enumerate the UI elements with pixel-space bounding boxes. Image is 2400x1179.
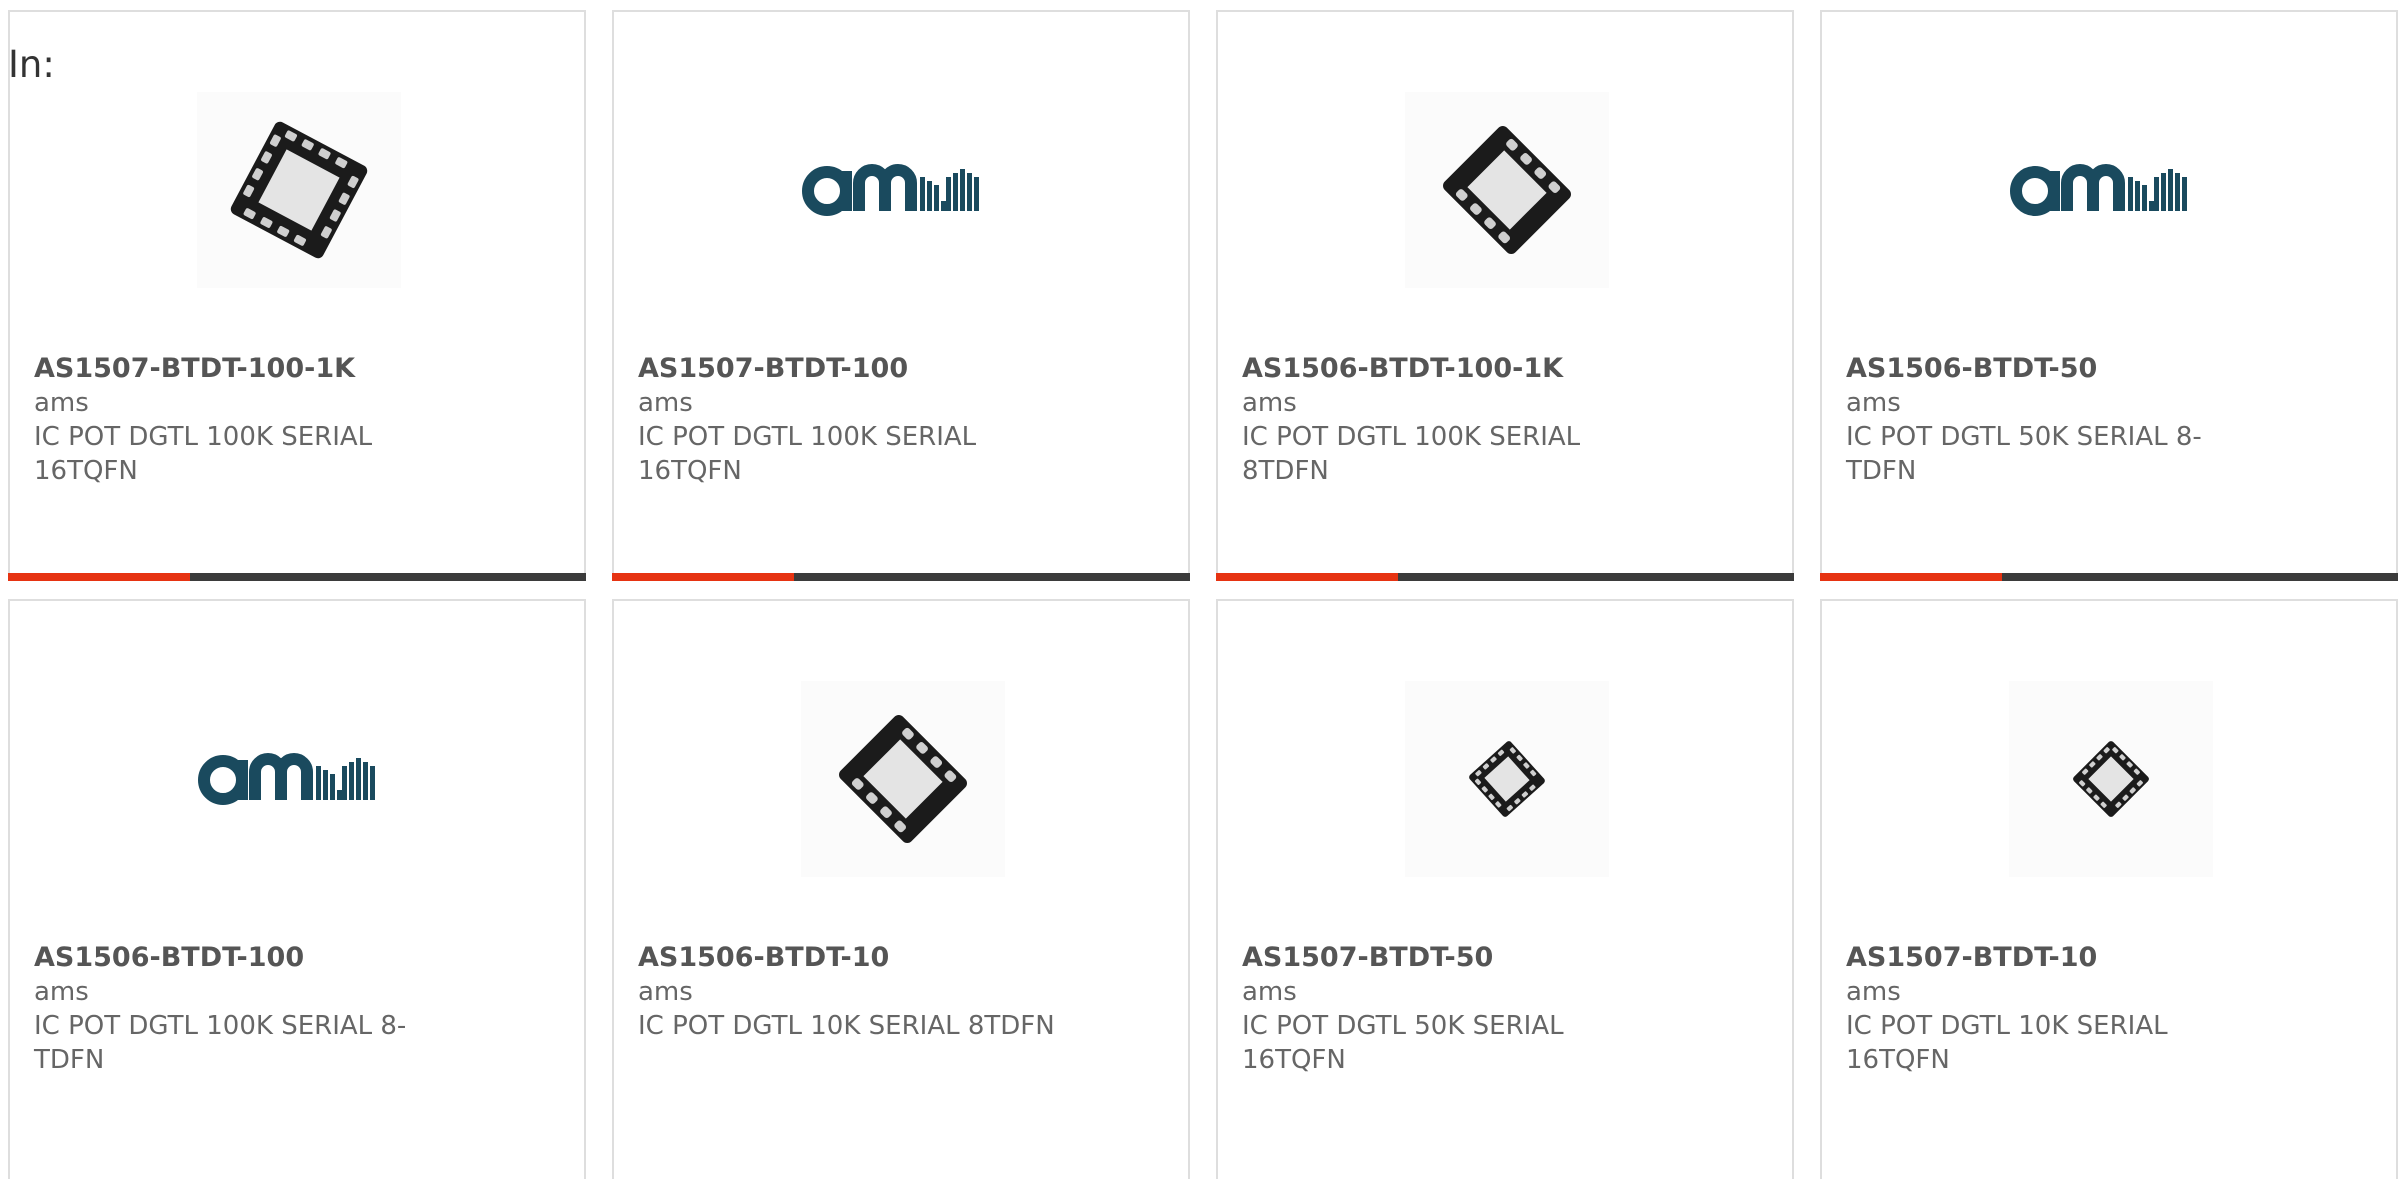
product-info: AS1507-BTDT-10 ams IC POT DGTL 10K SERIA… bbox=[1846, 941, 2266, 1077]
filter-label: In: bbox=[8, 43, 55, 86]
progress-fill bbox=[1820, 573, 2003, 581]
ams-logo bbox=[2010, 164, 2187, 216]
dfn8-chip-icon bbox=[839, 715, 967, 843]
description: IC POT DGTL 50K SERIAL 16TQFN bbox=[1242, 1011, 1564, 1075]
product-info: AS1507-BTDT-100-1K ams IC POT DGTL 100K … bbox=[34, 352, 454, 488]
product-image[interactable] bbox=[1405, 681, 1609, 877]
part-number[interactable]: AS1507-BTDT-10 bbox=[1846, 941, 2266, 975]
progress-fill bbox=[612, 573, 795, 581]
product-grid: AS1507-BTDT-100-1K ams IC POT DGTL 100K … bbox=[8, 10, 2400, 1179]
manufacturer: ams bbox=[34, 388, 89, 418]
product-image[interactable] bbox=[197, 681, 401, 877]
part-number[interactable]: AS1506-BTDT-10 bbox=[638, 941, 1058, 975]
product-info: AS1506-BTDT-100 ams IC POT DGTL 100K SER… bbox=[34, 941, 454, 1077]
progress-fill bbox=[1216, 573, 1399, 581]
part-number[interactable]: AS1506-BTDT-50 bbox=[1846, 352, 2266, 386]
product-image[interactable] bbox=[2009, 681, 2213, 877]
description: IC POT DGTL 100K SERIAL 8-TDFN bbox=[34, 1011, 407, 1075]
product-card[interactable]: AS1506-BTDT-10 ams IC POT DGTL 10K SERIA… bbox=[612, 599, 1190, 1179]
progress-bar bbox=[1820, 573, 2398, 581]
part-number[interactable]: AS1506-BTDT-100 bbox=[34, 941, 454, 975]
dfn8-chip-icon bbox=[1443, 126, 1571, 254]
product-info: AS1506-BTDT-50 ams IC POT DGTL 50K SERIA… bbox=[1846, 352, 2266, 488]
part-number[interactable]: AS1507-BTDT-50 bbox=[1242, 941, 1662, 975]
progress-bar bbox=[612, 573, 1190, 581]
product-card[interactable]: AS1506-BTDT-100 ams IC POT DGTL 100K SER… bbox=[8, 599, 586, 1179]
part-number[interactable]: AS1506-BTDT-100-1K bbox=[1242, 352, 1662, 386]
product-info: AS1507-BTDT-50 ams IC POT DGTL 50K SERIA… bbox=[1242, 941, 1662, 1077]
part-number[interactable]: AS1507-BTDT-100 bbox=[638, 352, 1058, 386]
ams-logo bbox=[802, 164, 979, 216]
manufacturer: ams bbox=[638, 388, 693, 418]
product-image[interactable] bbox=[801, 92, 1005, 288]
manufacturer: ams bbox=[1846, 388, 1901, 418]
description: IC POT DGTL 10K SERIAL 8TDFN bbox=[638, 1011, 1055, 1041]
product-image[interactable] bbox=[1405, 92, 1609, 288]
description: IC POT DGTL 100K SERIAL 16TQFN bbox=[638, 422, 977, 486]
progress-bar bbox=[1216, 573, 1794, 581]
qfn16-chip-icon bbox=[230, 121, 368, 259]
manufacturer: ams bbox=[34, 977, 89, 1007]
product-image[interactable] bbox=[197, 92, 401, 288]
part-number[interactable]: AS1507-BTDT-100-1K bbox=[34, 352, 454, 386]
product-card[interactable]: AS1507-BTDT-100-1K ams IC POT DGTL 100K … bbox=[8, 10, 586, 581]
manufacturer: ams bbox=[1242, 977, 1297, 1007]
manufacturer: ams bbox=[1242, 388, 1297, 418]
description: IC POT DGTL 50K SERIAL 8-TDFN bbox=[1846, 422, 2202, 486]
product-image[interactable] bbox=[2009, 92, 2213, 288]
product-info: AS1506-BTDT-100-1K ams IC POT DGTL 100K … bbox=[1242, 352, 1662, 488]
qfn16-small-chip-icon bbox=[1469, 741, 1545, 817]
product-image[interactable] bbox=[801, 681, 1005, 877]
product-card[interactable]: AS1506-BTDT-50 ams IC POT DGTL 50K SERIA… bbox=[1820, 10, 2398, 581]
description: IC POT DGTL 100K SERIAL 8TDFN bbox=[1242, 422, 1581, 486]
product-card[interactable]: AS1506-BTDT-100-1K ams IC POT DGTL 100K … bbox=[1216, 10, 1794, 581]
progress-bar bbox=[8, 573, 586, 581]
product-info: AS1506-BTDT-10 ams IC POT DGTL 10K SERIA… bbox=[638, 941, 1058, 1043]
description: IC POT DGTL 100K SERIAL 16TQFN bbox=[34, 422, 373, 486]
product-info: AS1507-BTDT-100 ams IC POT DGTL 100K SER… bbox=[638, 352, 1058, 488]
ams-logo bbox=[198, 753, 375, 805]
manufacturer: ams bbox=[638, 977, 693, 1007]
product-card[interactable]: AS1507-BTDT-100 ams IC POT DGTL 100K SER… bbox=[612, 10, 1190, 581]
qfn16-small-chip-icon bbox=[2073, 741, 2149, 817]
product-card[interactable]: AS1507-BTDT-10 ams IC POT DGTL 10K SERIA… bbox=[1820, 599, 2398, 1179]
manufacturer: ams bbox=[1846, 977, 1901, 1007]
description: IC POT DGTL 10K SERIAL 16TQFN bbox=[1846, 1011, 2168, 1075]
product-card[interactable]: AS1507-BTDT-50 ams IC POT DGTL 50K SERIA… bbox=[1216, 599, 1794, 1179]
progress-fill bbox=[8, 573, 191, 581]
